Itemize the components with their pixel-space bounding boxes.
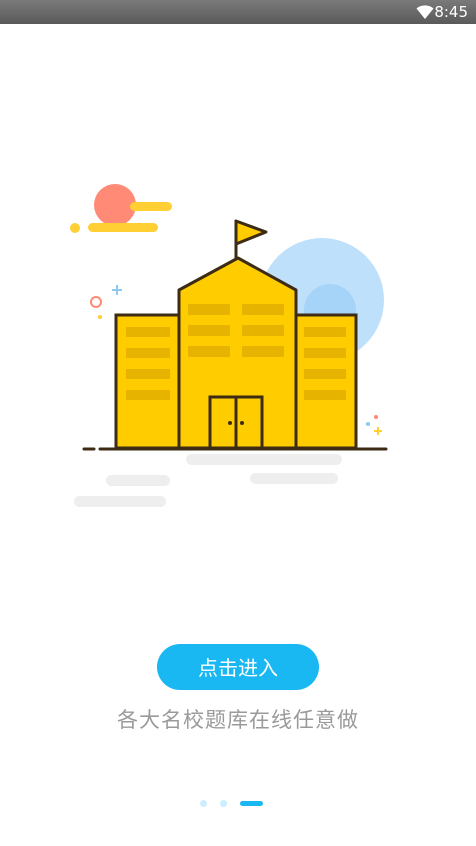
page-indicator	[0, 798, 476, 808]
wifi-icon	[416, 5, 434, 19]
tagline: 各大名校题库在线任意做	[117, 708, 359, 732]
school-building-illustration	[70, 184, 388, 507]
page-dot-1[interactable]	[200, 800, 207, 807]
status-time: 8:45	[434, 3, 468, 21]
sun-icon	[94, 184, 136, 226]
enter-button[interactable]: 点击进入	[157, 644, 319, 690]
status-bar: 8:45	[0, 0, 476, 24]
page-dot-2[interactable]	[220, 800, 227, 807]
flag-icon	[234, 219, 268, 246]
page-dot-3-active[interactable]	[240, 801, 263, 806]
